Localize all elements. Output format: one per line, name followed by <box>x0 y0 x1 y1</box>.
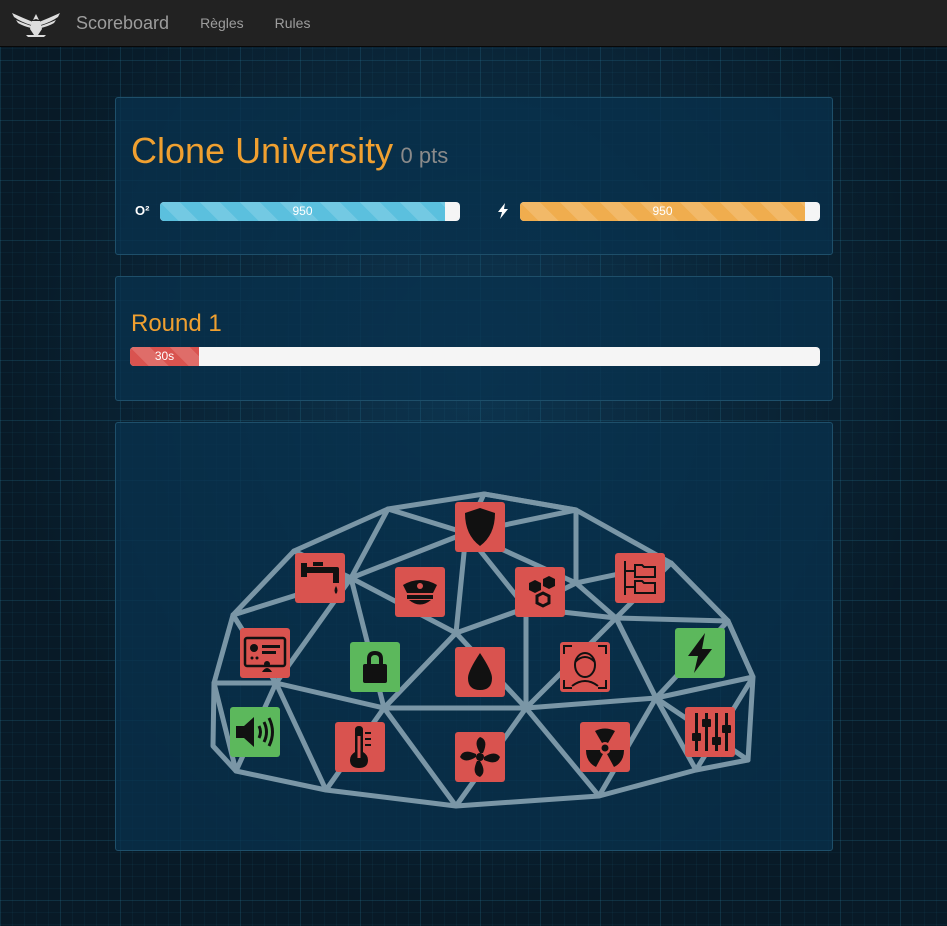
thermometer-icon <box>350 726 371 768</box>
speaker-icon <box>236 717 274 747</box>
sliders-icon <box>692 713 731 751</box>
face-scan-icon <box>563 645 607 689</box>
brand-link[interactable]: Scoreboard <box>76 13 169 34</box>
shield-icon <box>465 508 495 546</box>
module-ventilation[interactable] <box>455 732 505 782</box>
module-cells[interactable] <box>515 567 565 617</box>
oxygen-label: O² <box>135 203 150 218</box>
id-card-icon <box>243 636 287 672</box>
hexagons-icon <box>529 576 555 608</box>
power-progress: 950 <box>520 202 820 221</box>
oxygen-progress: 950 <box>160 202 460 221</box>
power-bar: 950 <box>520 202 805 221</box>
bolt-icon <box>688 633 712 673</box>
team-points: 0 pts <box>400 143 449 168</box>
nav-link-rules[interactable]: Rules <box>275 15 311 31</box>
module-face-recognition[interactable] <box>560 642 610 692</box>
module-water[interactable] <box>455 647 505 697</box>
bolt-icon <box>498 203 508 219</box>
round-title: Round 1 <box>131 310 222 337</box>
team-panel: Clone University 0 pts O² 950 950 <box>115 97 833 255</box>
folder-tree-icon <box>624 561 656 595</box>
lock-icon <box>363 651 387 683</box>
police-cap-icon <box>403 580 437 605</box>
module-id-card[interactable] <box>240 628 290 678</box>
module-power[interactable] <box>675 628 725 678</box>
geodesic-dome <box>210 491 756 809</box>
team-header: Clone University 0 pts <box>131 130 448 172</box>
team-name: Clone University <box>131 130 394 171</box>
round-timer-bar: 30s <box>130 347 199 366</box>
module-shield[interactable] <box>455 502 505 552</box>
eagle-logo-icon[interactable] <box>11 8 61 38</box>
module-files[interactable] <box>615 553 665 603</box>
module-water-supply[interactable] <box>295 553 345 603</box>
water-drop-icon <box>468 653 492 690</box>
module-temperature[interactable] <box>335 722 385 772</box>
round-timer-progress: 30s <box>130 347 820 366</box>
nav-link-regles[interactable]: Règles <box>200 15 244 31</box>
module-radiation[interactable] <box>580 722 630 772</box>
module-police[interactable] <box>395 567 445 617</box>
module-lock[interactable] <box>350 642 400 692</box>
round-panel: Round 1 30s <box>115 276 833 401</box>
dome-panel <box>115 422 833 851</box>
oxygen-bar: 950 <box>160 202 445 221</box>
faucet-icon <box>301 562 339 594</box>
radiation-icon <box>586 728 624 767</box>
navbar: Scoreboard Règles Rules <box>0 0 947 47</box>
module-speaker[interactable] <box>230 707 280 757</box>
module-controls[interactable] <box>685 707 735 757</box>
fan-icon <box>460 737 500 777</box>
